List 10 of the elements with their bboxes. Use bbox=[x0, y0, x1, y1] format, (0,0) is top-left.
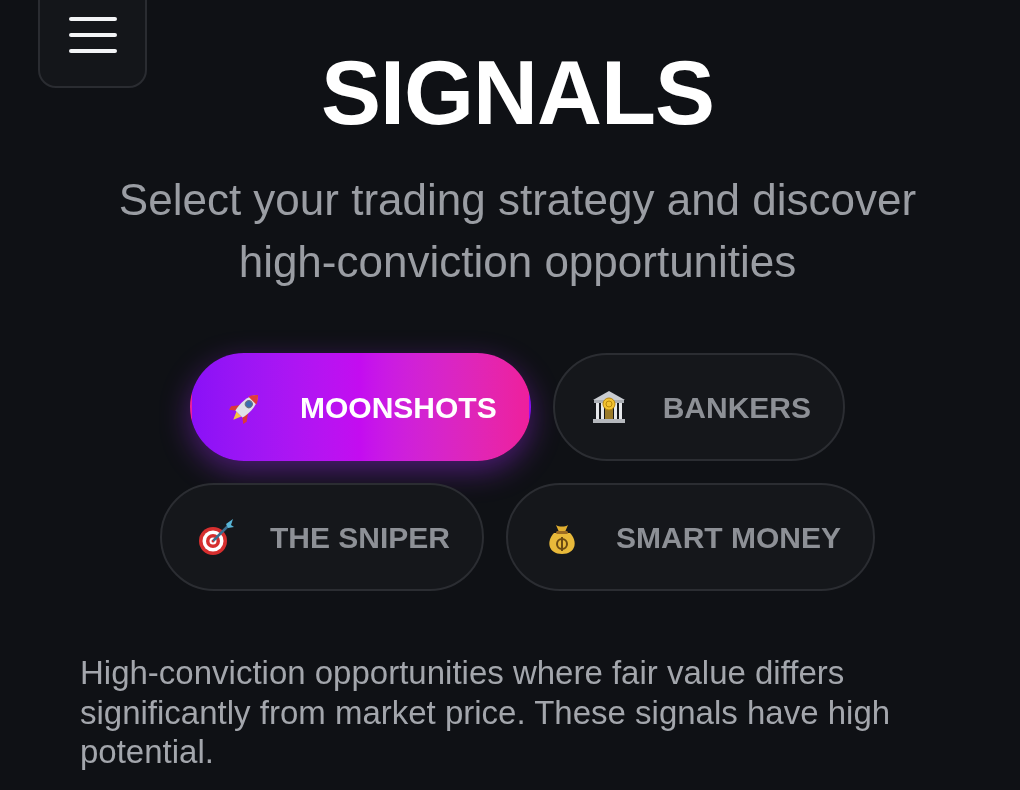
page-subtitle: Select your trading strategy and discover high-conviction opportunities bbox=[117, 174, 918, 288]
strategy-tab[interactable]: SMART MONEY bbox=[506, 483, 875, 591]
strategy-tab[interactable]: BANKERS bbox=[552, 353, 845, 461]
menu-icon bbox=[68, 16, 117, 53]
target-dart-icon bbox=[196, 517, 236, 557]
menu-button[interactable] bbox=[38, 0, 147, 88]
strategy-tab[interactable]: THE SNIPER bbox=[160, 483, 484, 591]
strategy-description: High-conviction opportunities where fair value differs significantly from market price. These signals have high potential. bbox=[80, 653, 892, 772]
strategy-tab[interactable]: MOONSHOTS bbox=[190, 353, 531, 461]
page-title: SIGNALS bbox=[320, 48, 714, 138]
